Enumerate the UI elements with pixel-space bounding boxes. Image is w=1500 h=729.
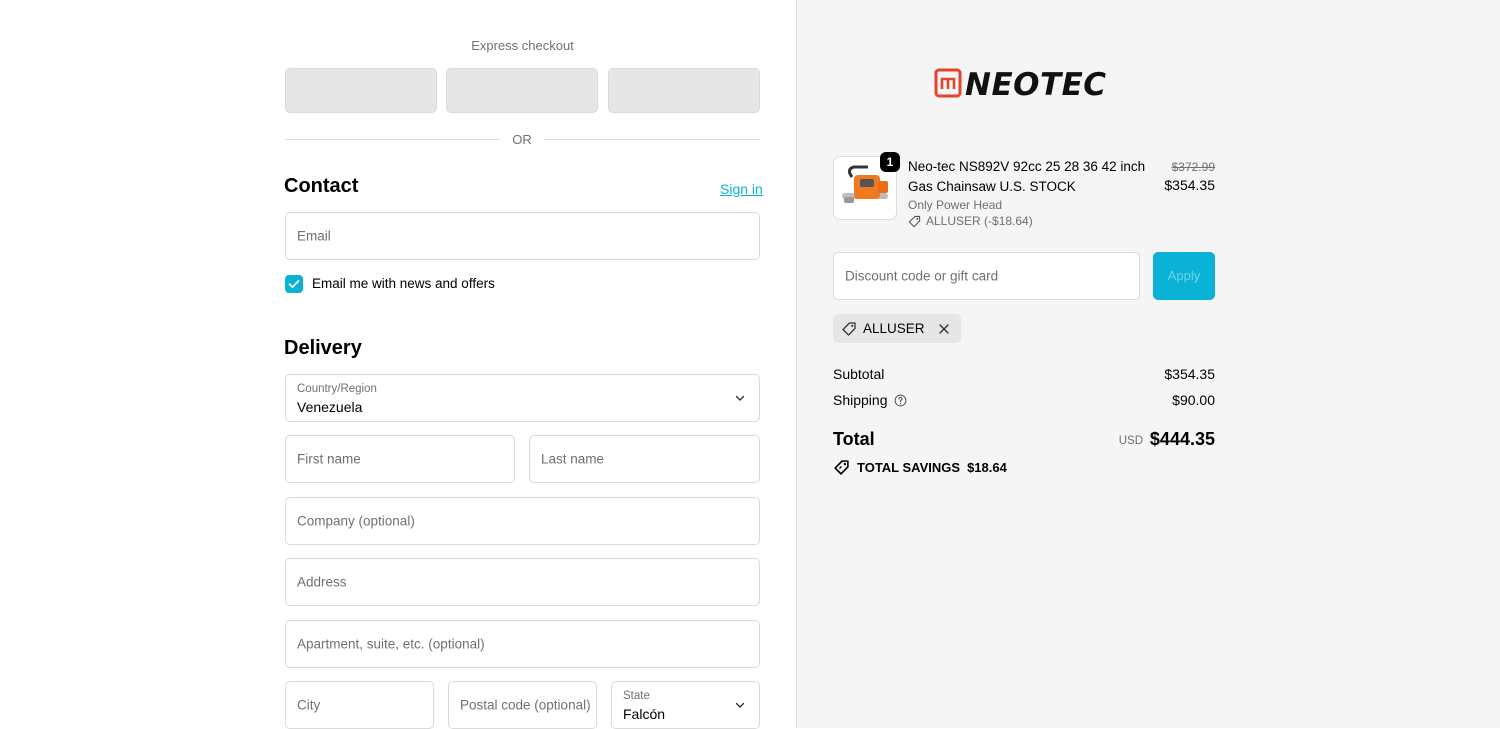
discount-code-placeholder: Discount code or gift card [845,268,999,284]
product-name: Neo-tec NS892V 92cc 25 28 36 42 inch Gas… [908,159,1146,194]
address-field[interactable]: Address [285,558,760,606]
postal-code-field[interactable]: Postal code (optional) [448,681,597,729]
country-value: Venezuela [297,399,363,415]
subtotal-value: $354.35 [1164,366,1215,382]
first-name-placeholder: First name [297,451,361,467]
tag-icon [842,321,856,336]
contact-heading: Contact [284,175,359,197]
discounted-price: $354.35 [1164,177,1215,193]
express-pay-button-1[interactable] [285,68,437,113]
address-placeholder: Address [297,574,347,590]
product-variant: Only Power Head [908,198,1003,212]
tag-icon [908,215,921,227]
checkmark-icon [288,279,300,289]
last-name-placeholder: Last name [541,451,605,467]
order-summary-panel [797,0,1500,728]
delivery-heading: Delivery [284,337,362,359]
chevron-down-icon [735,395,745,401]
or-divider-text: OR [512,132,532,147]
apartment-field[interactable]: Apartment, suite, etc. (optional) [285,620,760,668]
state-select[interactable]: State Falcón [611,681,760,729]
neotec-logo[interactable]: NEOTEC [934,66,1116,103]
express-checkout-title: Express checkout [471,38,574,53]
newsletter-label: Email me with news and offers [312,276,495,291]
country-select[interactable]: Country/Region Venezuela [285,374,760,422]
email-field[interactable]: Email [285,212,760,260]
brand-logo-icon: NEOTEC [934,67,1107,103]
total-value: $444.35 [1149,429,1215,449]
applied-discount-code: ALLUSER [863,321,925,336]
last-name-field[interactable]: Last name [529,435,760,483]
quantity-badge: 1 [880,152,900,172]
subtotal-label: Subtotal [833,366,885,382]
country-label: Country/Region [297,383,377,395]
logo-wordmark: NEOTEC [965,67,1107,100]
express-pay-button-3[interactable] [608,68,760,113]
state-label: State [623,690,650,702]
savings-tag-icon [834,460,849,475]
company-field[interactable]: Company (optional) [285,497,760,545]
shipping-label: Shipping [833,392,888,408]
city-placeholder: City [297,697,321,713]
apply-discount-button[interactable]: Apply [1153,252,1215,300]
total-savings: TOTAL SAVINGS $18.64 [833,459,1007,476]
postal-code-placeholder: Postal code (optional) [460,697,591,713]
state-value: Falcón [623,706,666,722]
total-label: Total [833,429,875,449]
city-field[interactable]: City [285,681,434,729]
divider-left [285,139,500,140]
original-price: $372.99 [1171,160,1215,174]
company-placeholder: Company (optional) [297,513,415,529]
product-discount: ALLUSER (-$18.64) [908,214,1033,228]
currency-code: USD [1118,435,1143,447]
savings-label: TOTAL SAVINGS [857,460,961,475]
remove-discount-close-icon[interactable] [937,322,951,336]
divider-right [544,139,760,140]
shipping-label-row: Shipping [833,392,907,408]
product-discount-text: ALLUSER (-$18.64) [926,214,1033,228]
email-placeholder: Email [297,228,331,244]
apartment-placeholder: Apartment, suite, etc. (optional) [297,636,485,652]
chevron-down-icon [735,702,745,708]
newsletter-checkbox[interactable] [285,275,303,293]
express-pay-button-2[interactable] [446,68,598,113]
sign-in-link[interactable]: Sign in [720,181,763,197]
shipping-value: $90.00 [1172,392,1215,408]
discount-code-input[interactable]: Discount code or gift card [833,252,1140,300]
help-icon[interactable] [894,394,907,407]
applied-discount-tag: ALLUSER [833,314,961,343]
checkout-form-panel: Express checkout OR Contact Sign in Emai… [0,0,797,729]
savings-value: $18.64 [967,460,1007,475]
first-name-field[interactable]: First name [285,435,515,483]
